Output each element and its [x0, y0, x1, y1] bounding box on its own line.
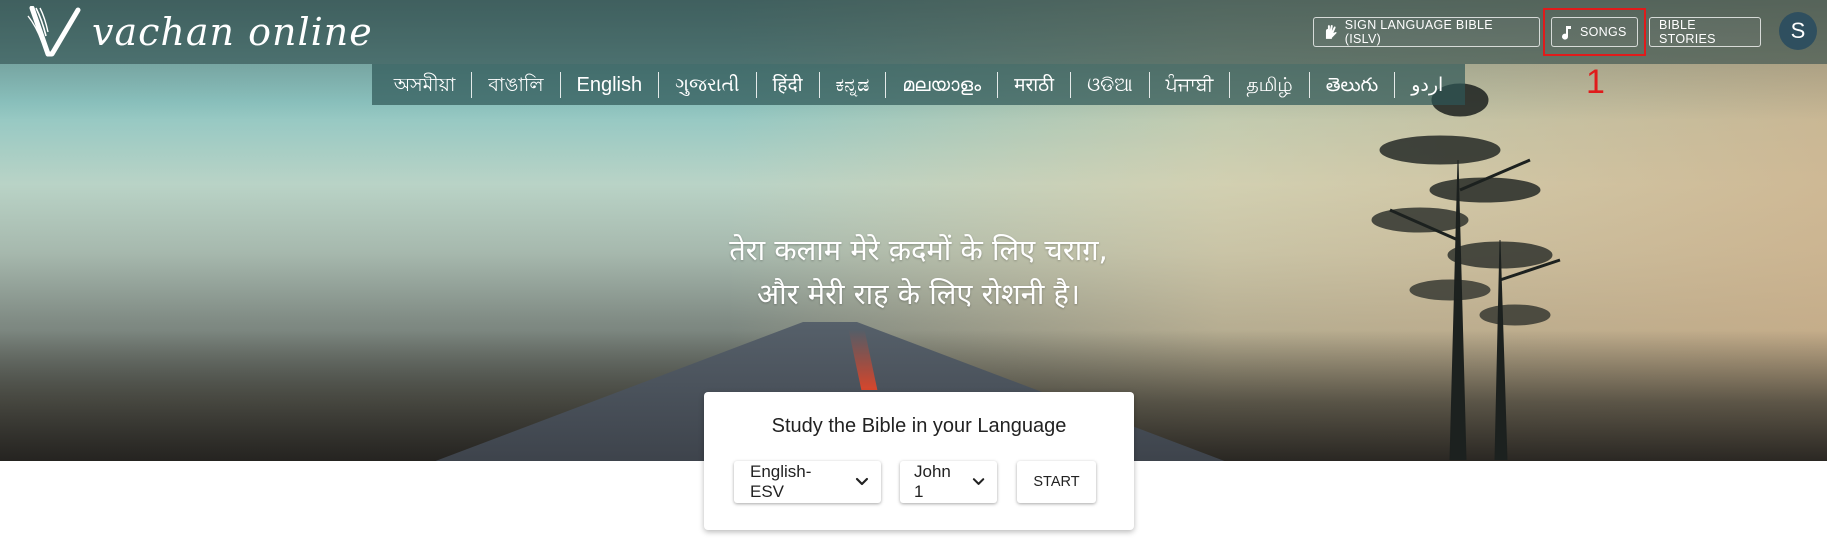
bible-version-select[interactable]: English-ESV [734, 461, 881, 503]
language-item-telugu[interactable]: తెలుగు [1310, 71, 1396, 98]
language-item-bengali[interactable]: বাঙালি [472, 71, 561, 98]
language-bar: অসমীয়া বাঙালি English ગુજરાતી हिंदी ಕನ್… [372, 64, 1465, 105]
chevron-down-icon [855, 477, 869, 486]
user-avatar[interactable]: S [1779, 12, 1817, 50]
language-item-kannada[interactable]: ಕನ್ನಡ [820, 71, 887, 98]
verse-line-2: और मेरी राह के लिए रोशनी है। [757, 277, 1080, 311]
language-item-punjabi[interactable]: ਪੰਜਾਬੀ [1150, 71, 1231, 98]
study-card-title: Study the Bible in your Language [771, 415, 1067, 437]
language-item-marathi[interactable]: मराठी [998, 71, 1072, 98]
language-item-english[interactable]: English [561, 71, 660, 98]
study-bible-card: Study the Bible in your Language English… [704, 392, 1134, 530]
language-item-gujarati[interactable]: ગુજરાતી [659, 71, 757, 98]
language-item-tamil[interactable]: தமிழ் [1230, 71, 1310, 98]
annotation-number: 1 [1586, 63, 1605, 101]
start-button[interactable]: START [1017, 461, 1096, 503]
language-item-malayalam[interactable]: മലയാളം [886, 71, 999, 98]
chapter-select[interactable]: John 1 [900, 461, 997, 503]
language-item-urdu[interactable]: اردو [1395, 72, 1459, 98]
logo-text[interactable]: vachan online [92, 8, 373, 56]
sign-language-bible-button[interactable]: SIGN LANGUAGE BIBLE (ISLV) [1313, 17, 1540, 47]
bible-stories-button[interactable]: BIBLE STORIES [1649, 17, 1761, 47]
language-item-odia[interactable]: ଓଡିଆ [1071, 71, 1150, 98]
language-item-assamese[interactable]: অসমীয়া [378, 71, 473, 98]
vachan-logo-icon[interactable] [26, 6, 84, 58]
bible-version-value: English-ESV [750, 462, 812, 501]
hand-sign-icon [1325, 24, 1337, 39]
chapter-value: John 1 [914, 462, 951, 501]
verse-line-1: तेरा कलाम मेरे क़दमों के लिए चराग़, [729, 233, 1108, 267]
chevron-down-icon [972, 478, 985, 485]
hero-verse: तेरा कलाम मेरे क़दमों के लिए चराग़, और म… [0, 228, 1827, 316]
language-item-hindi[interactable]: हिंदी [757, 71, 820, 98]
sign-language-bible-label: SIGN LANGUAGE BIBLE (ISLV) [1344, 18, 1493, 46]
bible-stories-label: BIBLE STORIES [1659, 18, 1716, 46]
annotation-highlight-box [1543, 8, 1646, 56]
